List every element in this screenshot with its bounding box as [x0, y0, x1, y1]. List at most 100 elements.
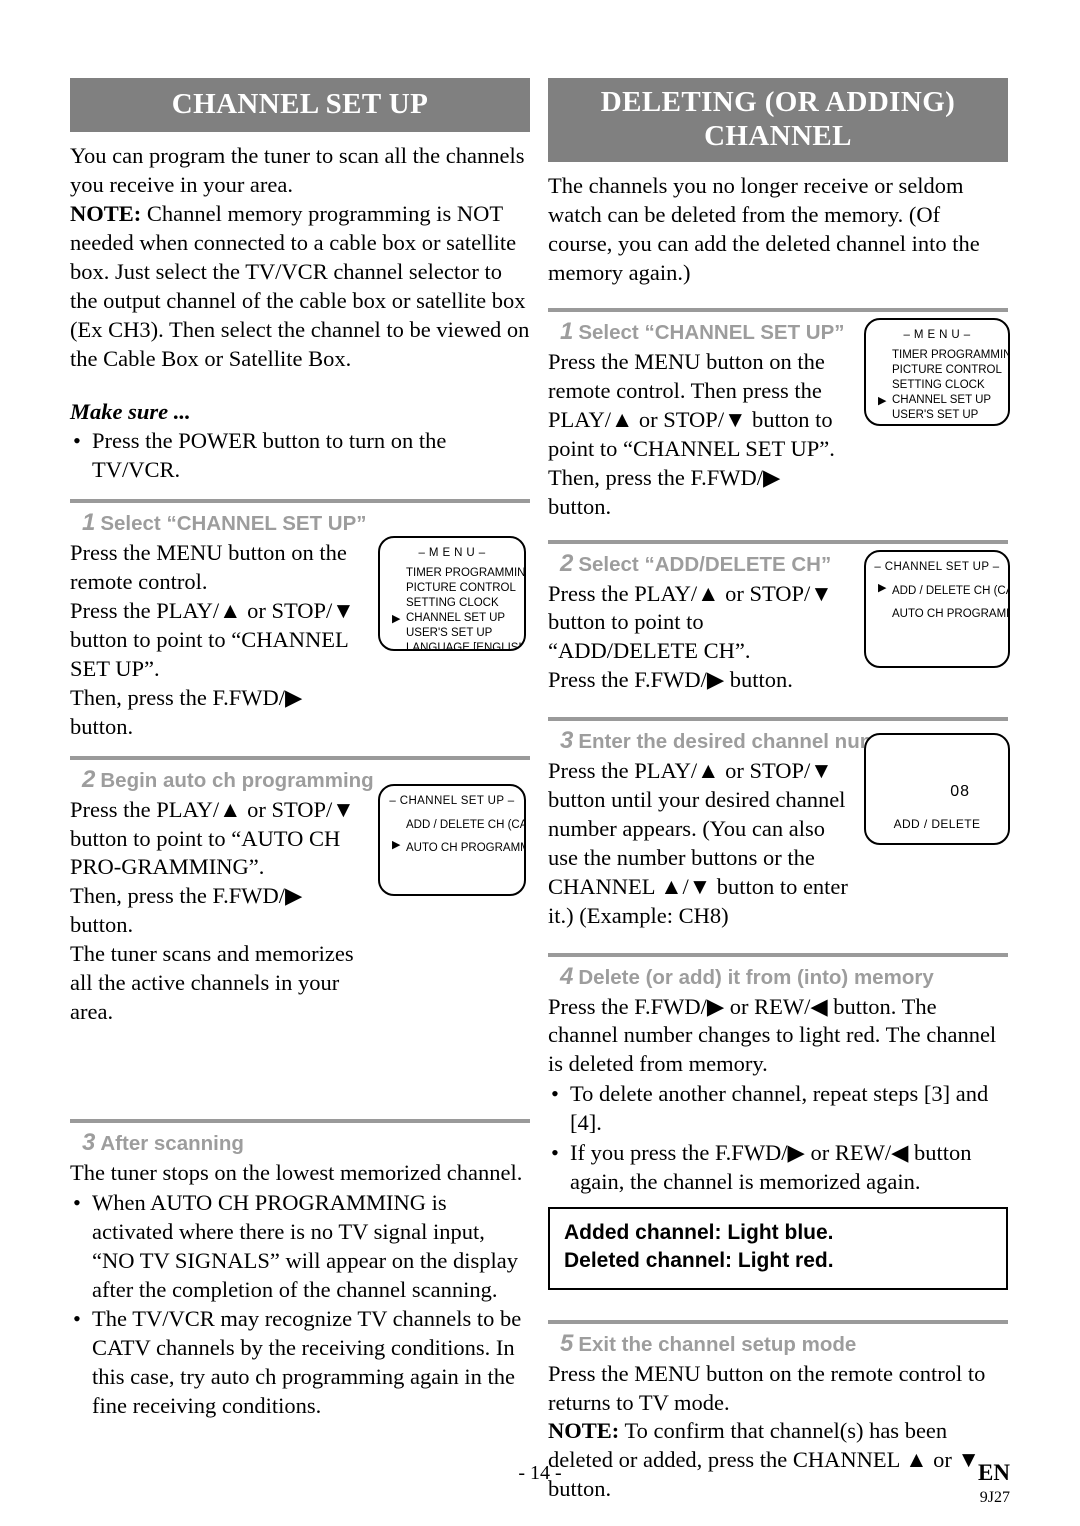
separator-rule	[70, 755, 530, 760]
left-step-3-bullet: The TV/VCR may recognize TV channels to …	[70, 1305, 530, 1421]
left-step-2: 2 Begin auto ch programming Press the PLA…	[70, 766, 530, 1027]
left-step-3-heading: 3 After scanning	[70, 1129, 530, 1157]
cursor-arrow-icon: ▶	[878, 394, 887, 407]
section-heading-deleting-adding-channel: DELETING (OR ADDING) CHANNEL	[548, 78, 1008, 163]
osd-menu-title-right: – M E N U –	[903, 329, 971, 342]
osd-channel-label: ADD / DELETE	[893, 817, 981, 832]
osd-chsetup-item: AUTO CH PROGRAMMING	[892, 607, 1008, 620]
right-step-3-body: Press the PLAY/▲ or STOP/▼ button until …	[548, 757, 848, 930]
right-intro-text: The channels you no longer receive or se…	[548, 172, 1008, 288]
osd-menu-item: PICTURE CONTROL	[892, 364, 1002, 376]
left-step-1-heading: 1 Select “CHANNEL SET UP”	[70, 509, 530, 537]
left-step-2-number: 2	[82, 765, 96, 793]
osd-chsetup-item-selected: ▶ ADD / DELETE CH (CATV)	[878, 580, 1008, 603]
right-step-4-bullet: If you press the F.FWD/▶ or REW/◀ button…	[548, 1139, 1008, 1197]
right-step-3-number: 3	[560, 727, 574, 755]
cursor-arrow-icon: ▶	[392, 613, 401, 626]
osd-chsetup-item-selected: ▶ AUTO CH PROGRAMMING	[392, 837, 524, 860]
osd-menu-item: PICTURE CONTROL	[406, 582, 516, 595]
left-step-1-line-3: Then, press the F.FWD/▶ button.	[70, 684, 303, 739]
separator-rule	[548, 952, 1008, 957]
cursor-arrow-icon: ▶	[878, 581, 887, 594]
left-intro-text: You can program the tuner to scan all th…	[70, 142, 530, 373]
osd-menu-item: SETTING CLOCK	[892, 378, 985, 391]
osd-menu-item-label: CHANNEL SET UP	[406, 612, 506, 625]
osd-channel-screen: 08 ADD / DELETE	[864, 733, 1010, 846]
osd-menu-item-selected: ▶ CHANNEL SET UP	[878, 393, 1008, 408]
make-sure-item: Press the POWER button to turn on the TV…	[70, 427, 530, 485]
make-sure-title: Make sure ...	[70, 399, 191, 425]
osd-chsetup-item-label: ADD / DELETE CH (CATV)	[892, 584, 1008, 597]
document-code: 9J27	[979, 1489, 1010, 1506]
callout-line-deleted: Deleted channel: Light red.	[564, 1249, 834, 1273]
osd-chsetup-title-left: – CHANNEL SET UP –	[389, 794, 515, 807]
separator-rule	[70, 1118, 530, 1123]
right-step-1-number: 1	[560, 318, 574, 346]
left-step-2-line-3: The tuner scans and memorizes all the ac…	[70, 941, 354, 1024]
osd-chsetup-items-left: ADD / DELETE CH (CATV) ▶ AUTO CH PROGRAMM…	[380, 814, 524, 860]
right-step-5-number: 5	[560, 1329, 574, 1357]
right-step-1: 1 Select “CHANNEL SET UP” Press the MENU …	[548, 318, 1010, 521]
right-step-3-title: Enter the desired channel number	[578, 730, 910, 754]
osd-menu-item: USER'S SET UP	[406, 627, 493, 640]
cursor-arrow-icon: ▶	[392, 838, 401, 851]
make-sure-list: Press the POWER button to turn on the TV…	[70, 427, 530, 485]
osd-menu-items-right: TIMER PROGRAMMING PICTURE CONTROL SETTIN…	[866, 348, 1010, 424]
osd-menu-item: USER'S SET UP	[892, 408, 979, 421]
left-step-1-title: Select “CHANNEL SET UP”	[100, 512, 367, 536]
left-step-1-line-2: Press the PLAY/▲ or STOP/▼ button to poi…	[70, 598, 355, 681]
osd-channel-setup-screen-left: – CHANNEL SET UP – ADD / DELETE CH (CATV…	[378, 783, 526, 896]
osd-menu-item: SETTING CLOCK	[406, 597, 499, 610]
osd-menu-item: TIMER PROGRAMMING	[406, 567, 526, 580]
right-step-4: 4 Delete (or add) it from (into) memory P…	[548, 963, 1008, 1197]
left-step-1-body: Press the MENU button on the remote cont…	[70, 539, 370, 741]
separator-rule	[548, 1319, 1008, 1324]
left-step-3-number: 3	[82, 1128, 96, 1156]
page-number: - 14 -	[518, 1462, 562, 1484]
osd-menu-title-left: – M E N U –	[418, 547, 486, 560]
right-column: DELETING (OR ADDING) CHANNEL The channel…	[548, 78, 1010, 1504]
left-step-1-line-1: Press the MENU button on the remote cont…	[70, 540, 347, 595]
right-step-5-title: Exit the channel setup mode	[578, 1332, 857, 1356]
right-note-label: NOTE:	[548, 1418, 620, 1444]
left-step-3-body: The tuner stops on the lowest memorized …	[70, 1159, 530, 1421]
left-step-2-line-1: Press the PLAY/▲ or STOP/▼ button to poi…	[70, 796, 355, 880]
osd-chsetup-items-right: ▶ ADD / DELETE CH (CATV) AUTO CH PROGRAMM…	[866, 580, 1008, 626]
left-step-2-line-2: Then, press the F.FWD/▶ button.	[70, 883, 303, 938]
left-step-3-bullet: When AUTO CH PROGRAMMING is activated wh…	[70, 1189, 530, 1305]
right-step-1-body: Press the MENU button on the remote cont…	[548, 348, 848, 521]
right-step-2-line-1: Press the PLAY/▲ or STOP/▼ button to poi…	[548, 580, 833, 664]
separator-rule	[548, 539, 1008, 544]
osd-chsetup-title-right: – CHANNEL SET UP –	[874, 560, 1000, 573]
left-step-2-title: Begin auto ch programming	[100, 768, 374, 792]
right-intro-p1: The channels you no longer receive or se…	[548, 173, 980, 286]
right-step-4-number: 4	[560, 962, 574, 990]
right-step-2: 2 Select “ADD/DELETE CH” Press the PLAY/▲…	[548, 549, 1010, 696]
right-heading-line1: DELETING (OR ADDING)	[600, 86, 956, 118]
right-heading-line2: CHANNEL	[704, 120, 852, 153]
osd-channel-setup-screen-right: – CHANNEL SET UP – ▶ ADD / DELETE CH (CAT…	[864, 549, 1010, 668]
osd-menu-item: TIMER PROGRAMMING	[892, 349, 1010, 362]
right-step-3: 3 Enter the desired channel number Press …	[548, 727, 1010, 930]
manual-page: CHANNEL SET UP You can program the tuner…	[0, 0, 1080, 1526]
right-step-4-line-1: Press the F.FWD/▶ or REW/◀ button. The c…	[548, 993, 997, 1077]
right-step-4-body: Press the F.FWD/▶ or REW/◀ button. The c…	[548, 993, 1008, 1197]
right-step-5-line-1: Press the MENU button on the remote cont…	[548, 1360, 986, 1415]
left-intro-p2: NOTE: Channel memory programming is NOT …	[70, 200, 530, 373]
left-step-3: 3 After scanning The tuner stops on the l…	[70, 1129, 530, 1421]
osd-chsetup-item-label: AUTO CH PROGRAMMING	[406, 841, 524, 854]
right-step-4-bullets: To delete another channel, repeat steps …	[548, 1080, 1008, 1197]
right-step-3-line-1: Press the PLAY/▲ or STOP/▼ button until …	[548, 758, 848, 928]
right-step-1-line-2: Then, press the F.FWD/▶ button.	[548, 464, 781, 519]
note-text: Channel memory programming is NOT needed…	[70, 201, 530, 371]
right-step-4-heading: 4 Delete (or add) it from (into) memory	[548, 963, 1008, 991]
right-step-5-note: NOTE: To confirm that channel(s) has bee…	[548, 1417, 1008, 1504]
callout-line-added: Added channel: Light blue.	[564, 1220, 834, 1244]
left-step-1: 1 Select “CHANNEL SET UP” Press the MENU …	[70, 509, 530, 741]
left-step-3-title: After scanning	[100, 1131, 244, 1155]
section-heading-channel-set-up: CHANNEL SET UP	[70, 78, 530, 133]
right-step-4-title: Delete (or add) it from (into) memory	[578, 965, 934, 989]
left-intro-p1: You can program the tuner to scan all th…	[70, 143, 525, 198]
osd-menu-item-selected: ▶ CHANNEL SET UP	[392, 611, 524, 626]
osd-menu-screen-right: – M E N U – TIMER PROGRAMMING PICTURE CO…	[864, 318, 1010, 427]
